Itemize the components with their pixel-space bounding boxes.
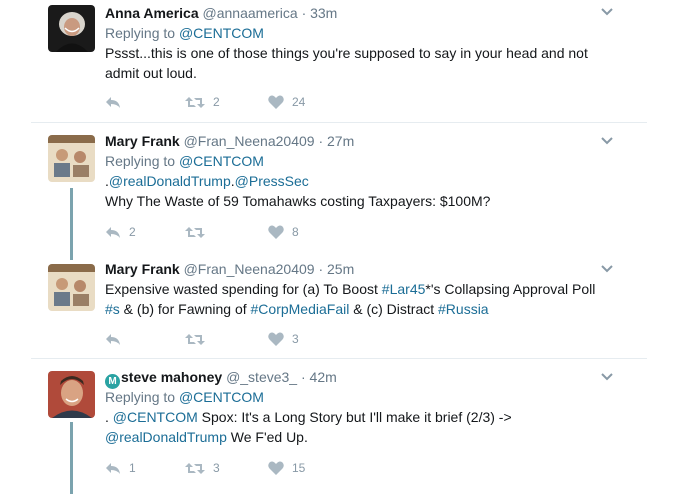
retweet-count: 2: [213, 95, 220, 109]
reply-count: 1: [129, 461, 136, 475]
replying-to-label: Replying to: [105, 153, 176, 169]
tweet-divider: [31, 358, 647, 359]
mention-link[interactable]: @PressSec: [235, 173, 309, 189]
reply-icon: [106, 462, 120, 474]
tweet-text: & (b) for Fawning of: [119, 301, 251, 317]
reply-icon: [106, 96, 120, 108]
chevron-down-icon[interactable]: [600, 136, 614, 146]
retweet-button[interactable]: [185, 223, 205, 241]
chevron-down-icon[interactable]: [600, 264, 614, 274]
like-icon: [268, 461, 284, 475]
mention-link[interactable]: @realDonaldTrump: [109, 173, 231, 189]
display-name[interactable]: Anna America: [105, 5, 199, 21]
tweet-text: admit out loud.: [105, 65, 197, 81]
tweet-text: Spox: It's a Long Story but I'll make it…: [197, 409, 512, 425]
replying-to-label: Replying to: [105, 389, 176, 405]
hashtag-link[interactable]: #s: [105, 301, 120, 317]
retweet-button[interactable]: 2: [185, 93, 220, 111]
retweet-icon: [185, 462, 205, 474]
reply-icon: [106, 226, 120, 238]
avatar[interactable]: [48, 264, 95, 311]
mention-link[interactable]: @realDonaldTrump: [105, 429, 227, 445]
user-handle[interactable]: @_steve3_: [226, 369, 297, 385]
like-icon: [268, 95, 284, 109]
reply-button[interactable]: [105, 330, 121, 348]
like-icon: [268, 225, 284, 239]
like-button[interactable]: 3: [268, 330, 299, 348]
reply-button[interactable]: 1: [105, 459, 136, 477]
thread-connector: [70, 422, 73, 494]
thread-connector: [70, 188, 73, 260]
tweet-text: & (c) Distract: [349, 301, 439, 317]
tweet-text: .: [105, 409, 113, 425]
retweet-button[interactable]: 3: [185, 459, 220, 477]
like-count: 8: [292, 225, 299, 239]
user-handle[interactable]: @annaamerica: [203, 5, 298, 21]
tweet-text: Pssst...this is one of those things you'…: [105, 45, 588, 61]
user-handle[interactable]: @Fran_Neena20409: [184, 133, 315, 149]
tweet-text: *'s Collapsing Approval Poll: [425, 281, 596, 297]
reply-count: 2: [129, 225, 136, 239]
reply-button[interactable]: [105, 93, 121, 111]
hashtag-link[interactable]: #Lar45: [382, 281, 426, 297]
retweet-count: 3: [213, 461, 220, 475]
timestamp[interactable]: · 27m: [318, 133, 354, 149]
user-handle[interactable]: @Fran_Neena20409: [184, 261, 315, 277]
chevron-down-icon[interactable]: [600, 372, 614, 382]
tweet-text: We F'ed Up.: [226, 429, 308, 445]
timestamp[interactable]: · 25m: [318, 261, 354, 277]
timestamp[interactable]: · 33m: [302, 5, 338, 21]
like-icon: [268, 332, 284, 346]
avatar[interactable]: [48, 371, 95, 418]
mention-link[interactable]: @CENTCOM: [113, 409, 198, 425]
display-name[interactable]: steve mahoney: [121, 369, 222, 385]
like-button[interactable]: 24: [268, 93, 305, 111]
retweet-icon: [185, 333, 205, 345]
retweet-icon: [185, 96, 205, 108]
hashtag-link[interactable]: #Russia: [438, 301, 489, 317]
display-name[interactable]: Mary Frank: [105, 133, 180, 149]
like-button[interactable]: 15: [268, 459, 305, 477]
reply-button[interactable]: 2: [105, 223, 136, 241]
hashtag-link[interactable]: #CorpMediaFail: [251, 301, 350, 317]
like-count: 24: [292, 95, 306, 109]
mention-link[interactable]: @CENTCOM: [179, 153, 264, 169]
retweet-button[interactable]: [185, 330, 205, 348]
like-button[interactable]: 8: [268, 223, 299, 241]
tweet-text: Expensive wasted spending for (a) To Boo…: [105, 281, 382, 297]
display-name[interactable]: Mary Frank: [105, 261, 180, 277]
like-count: 3: [292, 332, 299, 346]
replying-to-label: Replying to: [105, 25, 176, 41]
retweet-icon: [185, 226, 205, 238]
chevron-down-icon[interactable]: [600, 7, 614, 17]
avatar[interactable]: [48, 135, 95, 182]
timestamp[interactable]: · 42m: [301, 369, 337, 385]
tweet-text: Why The Waste of 59 Tomahawks costing Ta…: [105, 193, 491, 209]
like-count: 15: [292, 461, 306, 475]
mention-link[interactable]: @CENTCOM: [179, 25, 264, 41]
reply-icon: [106, 333, 120, 345]
tweet-divider: [31, 122, 647, 123]
mention-link[interactable]: @CENTCOM: [179, 389, 264, 405]
avatar[interactable]: [48, 5, 95, 52]
